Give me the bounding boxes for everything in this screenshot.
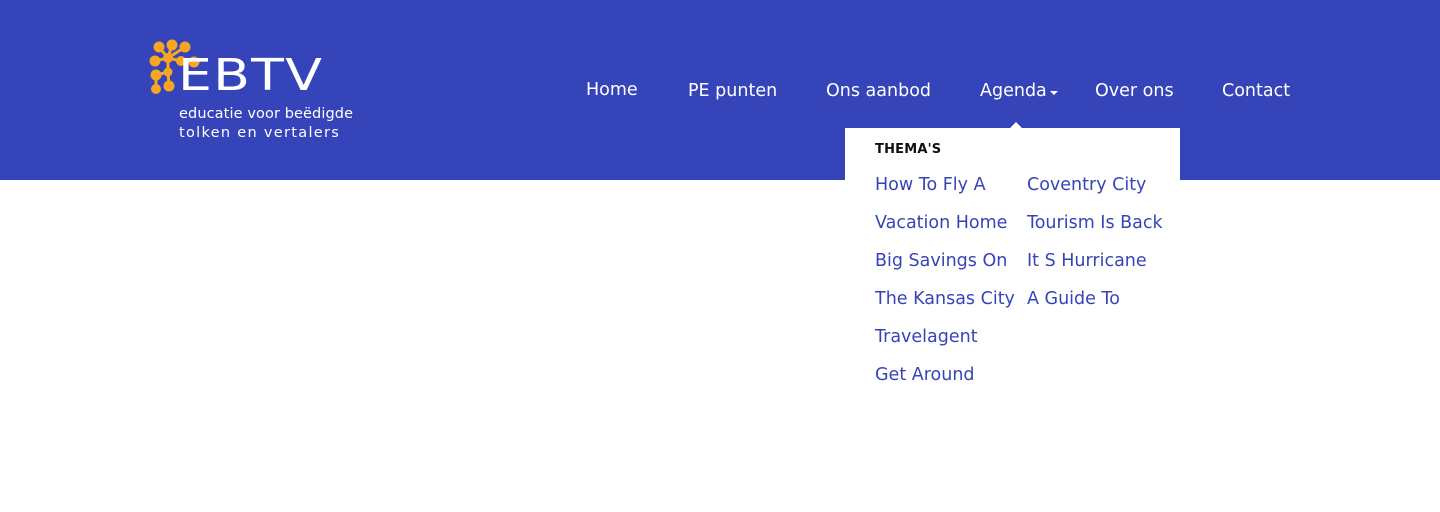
nav-item-home[interactable]: Home <box>586 78 638 102</box>
dropdown-item[interactable]: The Kansas City <box>875 286 1015 324</box>
agenda-dropdown-menu: THEMA'S How To Fly A Vacation Home Big S… <box>845 128 1180 406</box>
nav-item-over-ons[interactable]: Over ons <box>1095 79 1174 103</box>
dropdown-item[interactable]: Travelagent <box>875 324 1015 362</box>
dropdown-item[interactable]: Vacation Home <box>875 210 1015 248</box>
caret-down-icon[interactable] <box>1050 91 1058 95</box>
nav-item-agenda[interactable]: Agenda <box>980 79 1047 103</box>
dropdown-column-1: How To Fly A Vacation Home Big Savings O… <box>875 172 1015 400</box>
dropdown-column-2: Coventry City Tourism Is Back It S Hurri… <box>1027 172 1163 324</box>
dropdown-item[interactable]: Big Savings On <box>875 248 1015 286</box>
nav-item-ons-aanbod[interactable]: Ons aanbod <box>826 79 931 103</box>
logo-tagline-line2: tolken en vertalers <box>179 125 341 141</box>
main-navigation: Home PE punten Ons aanbod Agenda Over on… <box>0 79 1440 105</box>
nav-item-contact[interactable]: Contact <box>1222 79 1290 103</box>
site-header: EBTV educatie voor beëdigde tolken en ve… <box>0 0 1440 180</box>
dropdown-heading: THEMA'S <box>875 142 942 157</box>
dropdown-item[interactable]: Tourism Is Back <box>1027 210 1163 248</box>
dropdown-item[interactable]: Coventry City <box>1027 172 1163 210</box>
nav-item-pe-punten[interactable]: PE punten <box>688 79 777 103</box>
dropdown-item[interactable]: A Guide To <box>1027 286 1163 324</box>
dropdown-item[interactable]: It S Hurricane <box>1027 248 1163 286</box>
dropdown-item[interactable]: Get Around <box>875 362 1015 400</box>
logo-tagline-line1: educatie voor beëdigde <box>179 106 354 122</box>
dropdown-item[interactable]: How To Fly A <box>875 172 1015 210</box>
